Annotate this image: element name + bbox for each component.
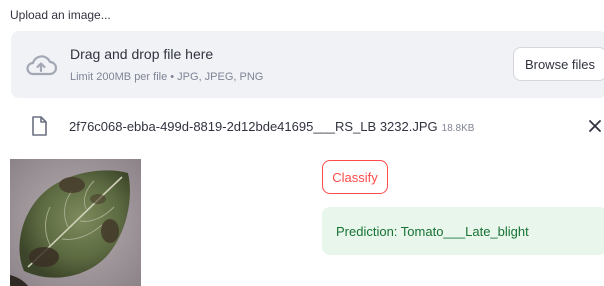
upload-label: Upload an image... xyxy=(10,8,111,22)
file-name-text: 2f76c068-ebba-499d-8819-2d12bde41695___R… xyxy=(69,119,438,134)
file-name: 2f76c068-ebba-499d-8819-2d12bde41695___R… xyxy=(69,119,474,134)
prediction-text: Prediction: Tomato___Late_blight xyxy=(336,223,529,239)
dropzone-title: Drag and drop file here xyxy=(70,46,214,62)
file-icon xyxy=(32,116,47,136)
browse-files-button[interactable]: Browse files xyxy=(513,47,604,81)
leaf-picture xyxy=(10,159,141,286)
prediction-alert: Prediction: Tomato___Late_blight xyxy=(322,207,604,255)
file-size: 18.8KB xyxy=(441,123,475,134)
app-page: Upload an image... Drag and drop file he… xyxy=(0,0,604,286)
classify-button[interactable]: Classify xyxy=(322,160,388,194)
dropzone-limit-text: Limit 200MB per file • JPG, JPEG, PNG xyxy=(70,71,264,83)
file-dropzone[interactable]: Drag and drop file here Limit 200MB per … xyxy=(11,31,604,98)
cloud-upload-icon xyxy=(26,55,57,76)
close-icon[interactable] xyxy=(588,119,602,133)
uploaded-file-row: 2f76c068-ebba-499d-8819-2d12bde41695___R… xyxy=(0,110,604,142)
uploaded-leaf-image xyxy=(10,159,141,286)
